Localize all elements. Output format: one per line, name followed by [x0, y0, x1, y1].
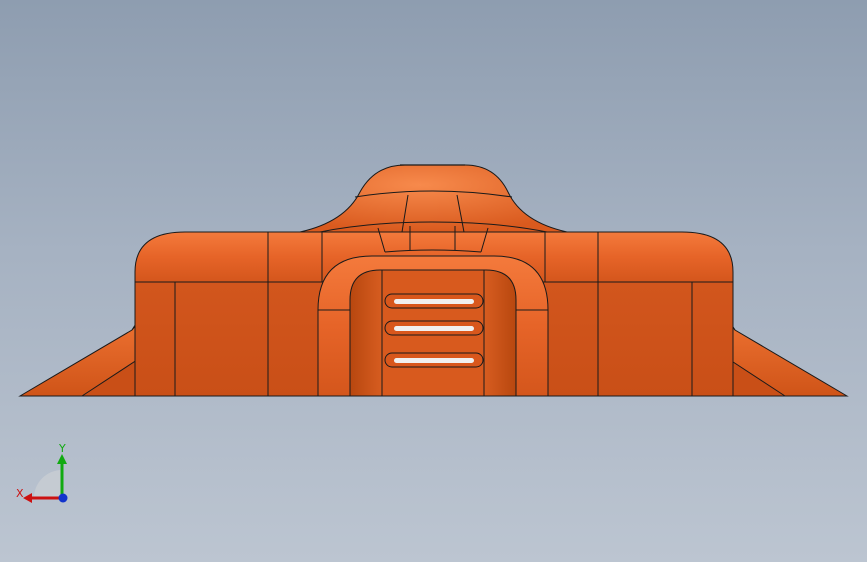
- graphics-viewport[interactable]: Y X: [0, 0, 867, 562]
- y-axis-label: Y: [59, 442, 66, 455]
- part-model[interactable]: [0, 0, 867, 562]
- vent-slots: [384, 293, 484, 368]
- coordinate-triad: Y X: [10, 440, 80, 510]
- x-axis-label: X: [16, 487, 24, 500]
